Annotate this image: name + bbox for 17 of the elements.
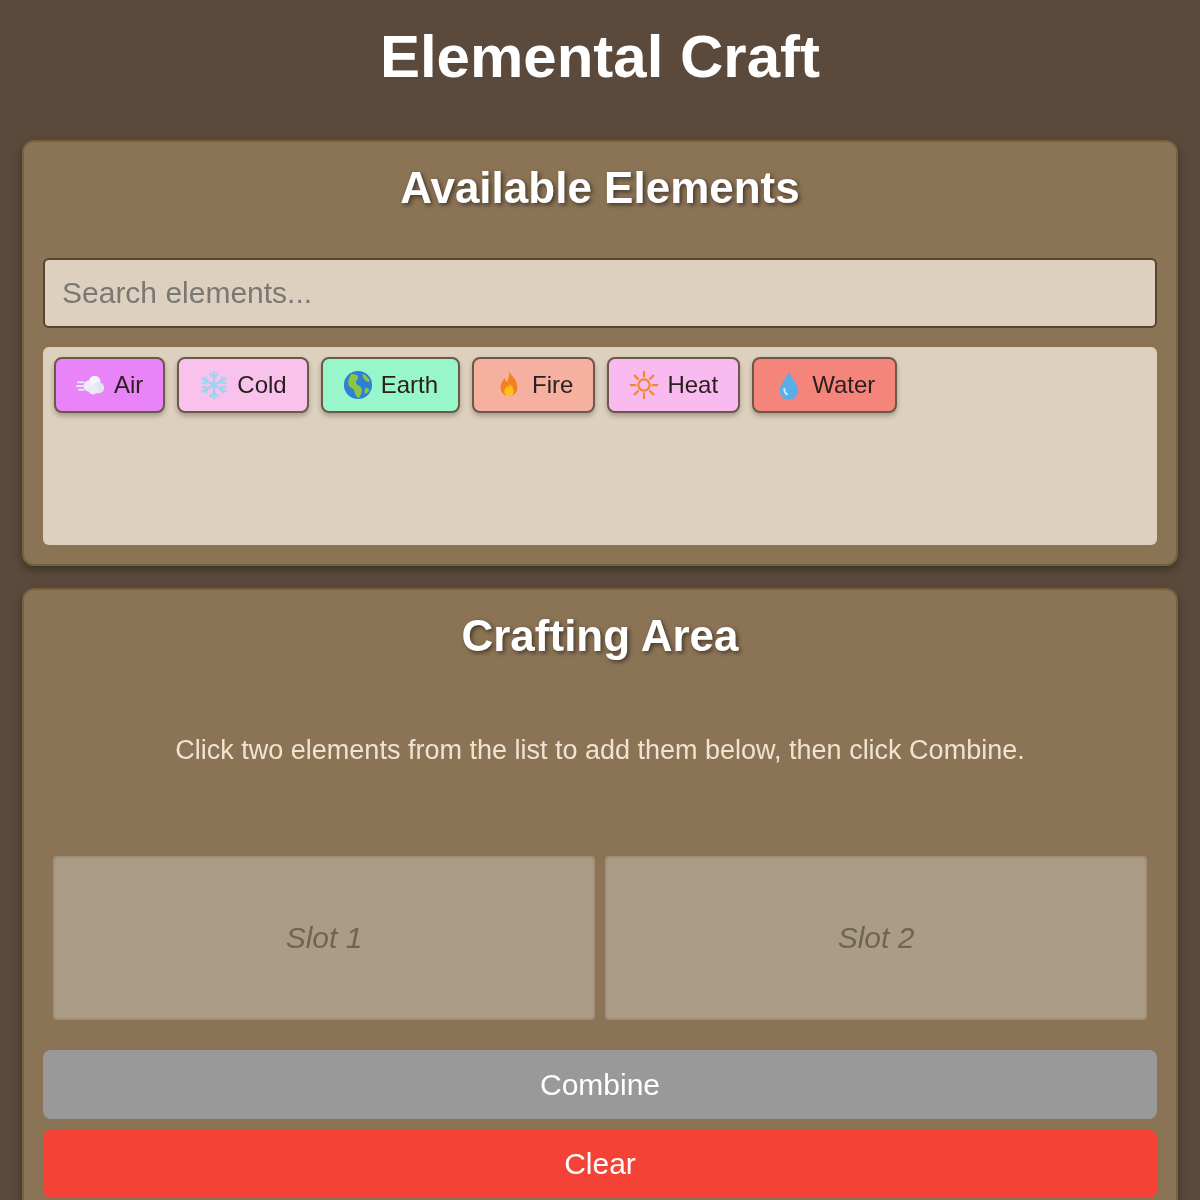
element-chip[interactable]: Heat	[607, 357, 741, 413]
search-field[interactable]: Search elements...	[43, 258, 1157, 328]
element-chip[interactable]: Air	[54, 357, 166, 413]
globe-icon	[342, 370, 373, 400]
element-chip[interactable]: Earth	[320, 357, 461, 413]
element-chip[interactable]: Fire	[472, 357, 596, 413]
slot-label: Slot 2	[837, 921, 915, 955]
instruction-text: Click two elements from the list to add them below, then click Combine.	[175, 734, 1025, 766]
snowflake-icon	[199, 370, 230, 400]
panel-heading: Crafting Area	[461, 610, 739, 662]
element-chip[interactable]: Cold	[177, 357, 309, 413]
sun-icon	[629, 370, 660, 400]
panel-heading: Available Elements	[400, 162, 800, 214]
app-title: Elemental Craft	[379, 22, 821, 92]
clear-button[interactable]: Clear	[43, 1130, 1157, 1198]
element-chip[interactable]: Water	[752, 357, 898, 413]
slot-label: Slot 1	[285, 921, 363, 955]
